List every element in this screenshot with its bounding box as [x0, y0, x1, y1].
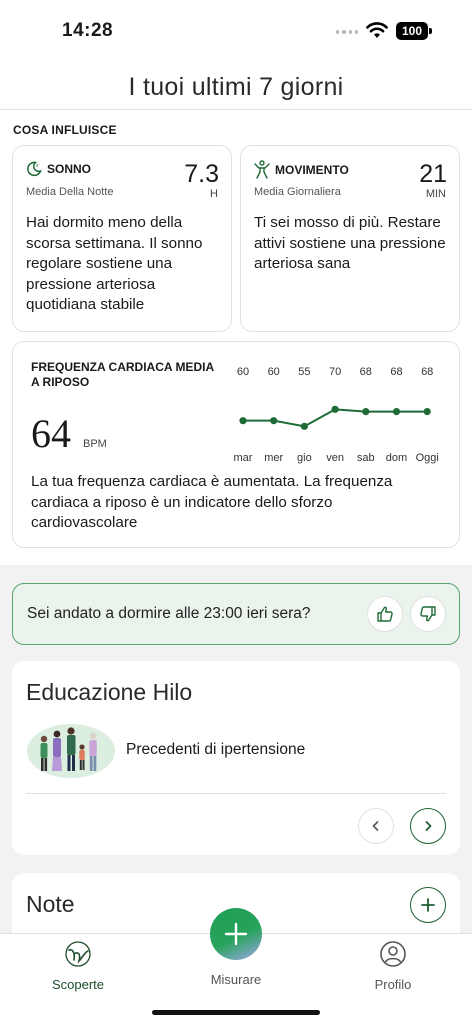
tab-label-profilo: Profilo — [374, 977, 412, 992]
previous-button[interactable] — [358, 808, 394, 844]
question-prefix: Sei andato a dormire alle — [27, 605, 204, 622]
movement-subtitle: Media Giornaliera — [254, 186, 341, 198]
thumbs-down-button[interactable] — [410, 596, 446, 632]
sleep-value: 7.3 — [184, 160, 219, 188]
chart-value-label: 60 — [268, 366, 280, 378]
home-indicator — [152, 1010, 320, 1015]
chart-value-label: 70 — [329, 366, 341, 378]
chart-category-label: mer — [264, 452, 283, 464]
question-time: 23:00 — [203, 605, 243, 622]
chart-point — [392, 408, 401, 416]
hilo-logo-icon — [65, 941, 91, 967]
thumbs-down-icon — [420, 606, 436, 622]
question-suffix: ieri sera? — [242, 605, 311, 622]
svg-text:z: z — [36, 163, 39, 169]
sleep-description: Hai dormito meno della scorsa settimana.… — [26, 214, 203, 313]
chart-point — [362, 408, 370, 416]
heart-rate-chart: 60 mar 60 mer 55 gio 70 ven 68 sab 68 dom 68 Oggi — [234, 366, 439, 464]
chart-point — [423, 408, 431, 416]
education-item-label[interactable]: Precedenti di ipertensione — [126, 741, 305, 759]
battery-icon: 100 — [396, 22, 432, 40]
chevron-right-icon — [425, 821, 432, 831]
chart-category-label: mar — [234, 452, 253, 464]
heart-rate-unit: BPM — [83, 438, 107, 450]
user-icon — [380, 941, 406, 967]
heart-rate-description: La tua frequenza cardiaca è aumentata. L… — [31, 473, 393, 531]
moon-icon: z — [27, 161, 42, 177]
influences-section: COSA INFLUISCE z SONNO Media Della Notte… — [0, 110, 472, 565]
add-note-button[interactable] — [410, 887, 446, 923]
movement-description: Ti sei mosso di più. Restare attivi sost… — [254, 214, 446, 272]
movement-value: 21 — [419, 160, 447, 188]
plus-icon — [421, 898, 435, 912]
chart-point — [239, 417, 247, 425]
heart-rate-value: 64 — [31, 411, 71, 456]
heart-rate-title: FREQUENZA CARDIACA MEDIA A RIPOSO — [31, 360, 214, 389]
battery-level: 100 — [396, 22, 428, 40]
chart-category-label: ven — [326, 452, 344, 464]
page-title: I tuoi ultimi 7 giorni — [128, 73, 344, 101]
tab-profilo[interactable]: Profilo — [343, 940, 443, 992]
chart-category-label: Oggi — [416, 452, 439, 464]
heart-rate-card[interactable]: FREQUENZA CARDIACA MEDIA A RIPOSO 64 BPM… — [12, 341, 460, 548]
tab-misurare[interactable]: Misurare — [186, 968, 286, 987]
sleep-unit: H — [210, 188, 218, 200]
chart-value-label: 60 — [237, 366, 249, 378]
education-title: Educazione Hilo — [26, 679, 193, 705]
tab-label-scoperte: Scoperte — [51, 977, 105, 992]
movement-label: MOVIMENTO — [275, 163, 349, 177]
status-bar: 14:28 100 — [0, 0, 472, 60]
sleep-card[interactable]: z SONNO Media Della Notte 7.3 H Hai dorm… — [12, 145, 232, 332]
section-title: COSA INFLUISCE — [13, 123, 117, 137]
chart-point — [270, 417, 278, 425]
plus-icon — [224, 922, 248, 946]
education-divider — [26, 793, 446, 794]
movement-unit: MIN — [425, 188, 446, 200]
thumbs-up-button[interactable] — [367, 596, 403, 632]
measure-fab-button[interactable] — [210, 908, 262, 960]
chart-point — [300, 422, 308, 430]
bedtime-question-card: Sei andato a dormire alle 23:00 ieri ser… — [12, 583, 460, 645]
tab-label-misurare: Misurare — [210, 972, 262, 987]
chart-category-label: sab — [357, 452, 375, 464]
chart-point — [331, 405, 339, 413]
status-time: 14:28 — [62, 20, 114, 41]
chart-category-label: dom — [386, 452, 407, 464]
movement-card[interactable]: MOVIMENTO Media Giornaliera 21 MIN Ti se… — [240, 145, 460, 332]
chevron-left-icon — [372, 821, 379, 831]
chart-value-label: 68 — [360, 366, 372, 378]
sleep-label: SONNO — [47, 162, 92, 176]
cellular-signal-icon — [336, 30, 358, 34]
bedtime-question-text: Sei andato a dormire alle 23:00 ieri ser… — [27, 605, 311, 623]
family-illustration — [27, 724, 115, 778]
chart-category-label: gio — [297, 452, 312, 464]
chart-value-label: 68 — [421, 366, 433, 378]
tab-scoperte[interactable]: Scoperte — [28, 940, 128, 992]
next-button[interactable] — [410, 808, 446, 844]
notes-title: Note — [26, 891, 75, 917]
chart-value-label: 55 — [298, 366, 310, 378]
sleep-subtitle: Media Della Notte — [26, 186, 114, 198]
wifi-icon — [366, 22, 388, 38]
page-header: I tuoi ultimi 7 giorni — [0, 60, 472, 110]
thumbs-up-icon — [377, 606, 393, 622]
chart-value-label: 68 — [390, 366, 402, 378]
education-card: Educazione Hilo Precedenti di ipertensio — [12, 661, 460, 855]
person-activity-icon — [254, 160, 270, 179]
